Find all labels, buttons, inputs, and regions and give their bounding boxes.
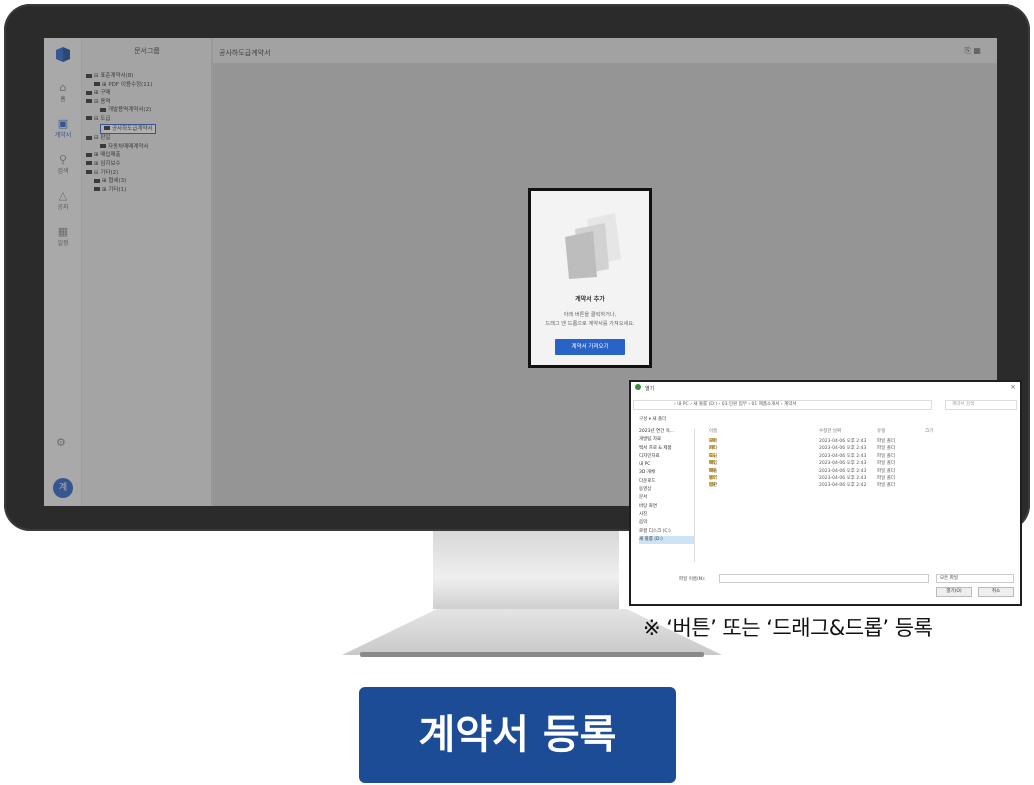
upload-method-note: ※ ‘버튼’ 또는 ‘드래그&드롭’ 등록: [643, 616, 933, 640]
contract-register-label: 계약서 등록: [359, 687, 676, 783]
dialog-nav-pane: 2023년 연간 옥... 개발팀 자료 백서 프로 & 제품 디자인자료 내 …: [639, 428, 695, 562]
card-desc-line: 아래 버튼을 클릭하거나,: [563, 312, 617, 318]
nav-item[interactable]: 백서 프로 & 제품: [639, 445, 694, 453]
file-row[interactable]: 매출 2023-04-06 오후 2:43 파일 폴더: [709, 467, 1009, 475]
stage: ⌂ 홈 ▣ 계약서 ⚲ 검색 △ 공지 ▦ 일정 ⚙ 계 문서그룹 ⊟ 표준계약…: [0, 0, 1034, 785]
nav-item[interactable]: 개발팀 자료: [639, 436, 694, 444]
nav-item[interactable]: 다운로드: [639, 478, 694, 486]
file-row[interactable]: 용역 2023-04-06 오후 2:43 파일 폴더: [709, 474, 1009, 482]
nav-item-selected[interactable]: 새 볼륨 (D:): [639, 535, 694, 545]
file-row[interactable]: 구매 2023-04-06 오후 2:43 파일 폴더: [709, 438, 1009, 445]
nav-item[interactable]: 음악: [639, 519, 694, 527]
file-open-dialog: 열기 × › 내 PC › 새 볼륨 (D:) › 03 민원 업무 › 01 …: [629, 380, 1022, 606]
nav-item[interactable]: 바탕 화면: [639, 503, 694, 511]
file-type-select[interactable]: 모든 파일: [936, 574, 1014, 583]
nav-item[interactable]: 내 PC: [639, 461, 694, 469]
monitor-stand-neck: [433, 531, 619, 609]
open-button[interactable]: 열기(O): [936, 587, 972, 597]
col-type[interactable]: 유형: [877, 428, 885, 434]
nav-item[interactable]: 디자인자료: [639, 453, 694, 461]
file-row[interactable]: 도급 2023-04-06 오후 2:43 파일 폴더: [709, 452, 1009, 460]
col-date[interactable]: 수정한 날짜: [819, 428, 841, 434]
card-desc-line: 드래그 앤 드롭으로 계약서를 가져오세요.: [545, 321, 635, 327]
dialog-toolbar[interactable]: 구성 ▾ 새 폴더: [639, 416, 666, 422]
file-row[interactable]: 임판 2023-04-06 오후 2:42 파일 폴더: [709, 482, 1009, 489]
documents-illustration-icon: [565, 213, 621, 279]
col-size[interactable]: 크기: [925, 428, 933, 434]
nav-item[interactable]: 3D 개체: [639, 469, 694, 477]
address-bar[interactable]: › 내 PC › 새 볼륨 (D:) › 03 민원 업무 › 01 제품소개서…: [633, 400, 932, 410]
nav-item[interactable]: 동영상: [639, 486, 694, 494]
dialog-title: 열기: [645, 386, 655, 392]
nav-item[interactable]: 문서: [639, 494, 694, 502]
file-row[interactable]: 매입 2023-04-06 오후 2:43 파일 폴더: [709, 460, 1009, 467]
app-icon: [635, 384, 641, 390]
nav-item[interactable]: 사진: [639, 511, 694, 519]
filename-input[interactable]: [719, 574, 929, 583]
filename-label: 파일 이름(N):: [679, 577, 706, 582]
col-name[interactable]: 이름: [709, 428, 717, 434]
add-contract-card: 계약서 추가 아래 버튼을 클릭하거나, 드래그 앤 드롭으로 계약서를 가져오…: [528, 188, 652, 368]
file-list: 구매 2023-04-06 오후 2:43 파일 폴더 기타 2023-04-06 오…: [709, 438, 1009, 490]
cancel-button[interactable]: 취소: [978, 587, 1014, 597]
card-title: 계약서 추가: [575, 296, 605, 303]
search-input[interactable]: 계약서 검색: [945, 400, 1017, 410]
card-description: 아래 버튼을 클릭하거나, 드래그 앤 드롭으로 계약서를 가져오세요.: [531, 311, 649, 329]
nav-item[interactable]: 2023년 연간 옥...: [639, 428, 694, 436]
nav-item[interactable]: 로컬 디스크 (C:): [639, 528, 694, 536]
import-contract-button[interactable]: 계약서 가져오기: [555, 339, 625, 355]
file-row[interactable]: 기타 2023-04-06 오후 2:43 파일 폴더: [709, 445, 1009, 452]
dialog-titlebar: 열기 ×: [631, 382, 1020, 394]
close-icon[interactable]: ×: [1010, 383, 1016, 391]
monitor-stand-shadow: [360, 652, 704, 657]
